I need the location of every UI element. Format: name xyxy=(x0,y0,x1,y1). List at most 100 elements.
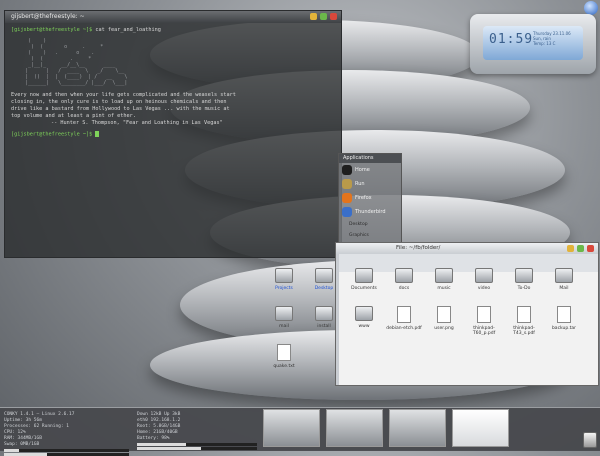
folder-item[interactable]: Mail xyxy=(544,268,584,291)
folder-icon xyxy=(275,306,293,321)
launcher-item-thunderbird[interactable]: Thunderbird xyxy=(339,205,401,219)
folder-icon xyxy=(555,268,573,283)
file-label: docs xyxy=(398,286,410,291)
file-item[interactable]: quake.txt xyxy=(264,344,304,369)
file-label: mail xyxy=(279,324,289,329)
folder-item[interactable]: install xyxy=(304,306,344,329)
file-label: thinkpad-T60_p.pdf xyxy=(472,326,496,336)
quote-line: drive like a bastard from Hollywood to L… xyxy=(11,106,230,112)
folder-icon xyxy=(315,306,333,321)
file-label: debian-etch.pdf xyxy=(386,326,422,331)
fm-maximize-button[interactable] xyxy=(577,245,584,252)
root-bar xyxy=(137,443,257,446)
quote-line: Every now and then when your life gets c… xyxy=(11,92,236,98)
launcher-item-label: Firefox xyxy=(355,195,372,201)
minimize-button[interactable] xyxy=(310,13,317,20)
file-label: quake.txt xyxy=(273,364,295,369)
cpu-bar xyxy=(4,449,129,452)
document-icon xyxy=(437,306,451,323)
home-icon xyxy=(342,165,352,175)
document-icon xyxy=(397,306,411,323)
launcher-category-desktop[interactable]: Desktop xyxy=(339,219,401,230)
file-label: Documents xyxy=(351,286,377,291)
folder-item[interactable]: To-Do xyxy=(504,268,544,291)
folder-item[interactable]: video xyxy=(464,268,504,291)
workspace-1-thumb[interactable] xyxy=(263,409,320,447)
file-label: Projects xyxy=(275,286,293,291)
document-icon xyxy=(557,306,571,323)
fm-minimize-button[interactable] xyxy=(567,245,574,252)
desktop-pager[interactable] xyxy=(263,409,509,447)
folder-icon xyxy=(355,306,373,321)
file-label: music xyxy=(437,286,451,291)
file-item[interactable]: debian-etch.pdf xyxy=(384,306,424,331)
folder-icon xyxy=(515,268,533,283)
folder-item[interactable]: Projects xyxy=(264,268,304,291)
run-icon xyxy=(342,179,352,189)
clock-time: 01:59 xyxy=(489,32,534,47)
network-monitor: Down 12kB Up 3kB eth0 192.168.1.2 Root: 5… xyxy=(137,412,257,450)
workspace-4-thumb[interactable] xyxy=(452,409,509,447)
terminal-titlebar[interactable]: gijsbert@thefreestyle: ~ xyxy=(5,11,341,23)
workspace-3-thumb[interactable] xyxy=(389,409,446,447)
terminal-prompt: [gijsbert@thefreestyle ~]$ xyxy=(11,27,93,33)
file-label: thinkpad-T43_s.pdf xyxy=(513,326,535,336)
document-icon xyxy=(277,344,291,361)
system-monitor: CONKY 1.4.1 — Linux 2.6.17 Uptime: 3h 56… xyxy=(4,412,129,456)
folder-item[interactable]: music xyxy=(424,268,464,291)
file-manager-title: File: ~/fb/folder/ xyxy=(396,245,441,251)
panel-stat-line: Swap: 0MB/1GB xyxy=(4,442,40,447)
file-label: user.png xyxy=(434,326,454,331)
file-manager-titlebar[interactable]: File: ~/fb/folder/ xyxy=(336,243,598,254)
folder-icon xyxy=(315,268,333,283)
workspace-2-thumb[interactable] xyxy=(326,409,383,447)
terminal-command: cat fear_and_loathing xyxy=(95,27,161,33)
file-item[interactable]: thinkpad-T43_s.pdf xyxy=(504,306,544,336)
terminal-output[interactable]: [gijsbert@thefreestyle ~]$ cat fear_and_… xyxy=(5,23,341,143)
clock-widget: 01:59 Thursday 23.11.06 Sun, rain Temp: … xyxy=(470,14,596,74)
launcher-item-firefox[interactable]: Firefox xyxy=(339,191,401,205)
ascii-art: ( ) ) ( o . * ( ) . o . ) ( . * _|__|_ _… xyxy=(25,38,128,86)
file-label: video xyxy=(477,286,491,291)
file-item[interactable]: thinkpad-T60_p.pdf xyxy=(464,306,504,336)
panel-stat-line: Battery: 98% xyxy=(137,436,170,441)
desktop-app-icon[interactable] xyxy=(584,1,598,15)
folder-icon xyxy=(435,268,453,283)
clock-date: Thursday 23.11.06 Sun, rain Temp: 13 C xyxy=(533,31,571,46)
trash-icon[interactable] xyxy=(583,432,597,448)
folder-item[interactable]: docs xyxy=(384,268,424,291)
file-item[interactable]: backup.tar xyxy=(544,306,584,331)
folder-icon xyxy=(395,268,413,283)
file-item[interactable]: user.png xyxy=(424,306,464,331)
folder-item[interactable]: Documents xyxy=(344,268,384,291)
file-label: To-Do xyxy=(517,286,531,291)
folder-item[interactable]: Desktop xyxy=(304,268,344,291)
terminal-prompt-2: [gijsbert@thefreestyle ~]$ xyxy=(11,131,93,138)
folder-icon xyxy=(475,268,493,283)
folder-icon xyxy=(275,268,293,283)
root-bar-fill xyxy=(137,443,187,446)
clock-date-line3: Temp: 13 C xyxy=(533,41,556,46)
terminal-window[interactable]: gijsbert@thefreestyle: ~ [gijsbert@thefr… xyxy=(4,10,342,258)
launcher-item-label: Home xyxy=(355,167,370,173)
thunderbird-icon xyxy=(342,207,352,217)
launcher-category-graphics[interactable]: Graphics xyxy=(339,230,401,241)
close-button[interactable] xyxy=(330,13,337,20)
folder-item[interactable]: www xyxy=(344,306,384,329)
file-label: Desktop xyxy=(314,286,334,291)
folder-icon xyxy=(355,268,373,283)
fm-close-button[interactable] xyxy=(587,245,594,252)
launcher-item-run[interactable]: Run xyxy=(339,177,401,191)
folder-item[interactable]: mail xyxy=(264,306,304,329)
firefox-icon xyxy=(342,193,352,203)
launcher-item-label: Run xyxy=(355,181,365,187)
file-label: install xyxy=(317,324,331,329)
file-label: www xyxy=(358,324,370,329)
file-label: backup.tar xyxy=(551,326,577,331)
quote-line: top volume and at least a pint of ether. xyxy=(11,113,136,119)
launcher-item-home[interactable]: Home xyxy=(339,163,401,177)
document-icon xyxy=(517,306,531,323)
terminal-title: gijsbert@thefreestyle: ~ xyxy=(11,13,85,20)
document-icon xyxy=(477,306,491,323)
maximize-button[interactable] xyxy=(320,13,327,20)
